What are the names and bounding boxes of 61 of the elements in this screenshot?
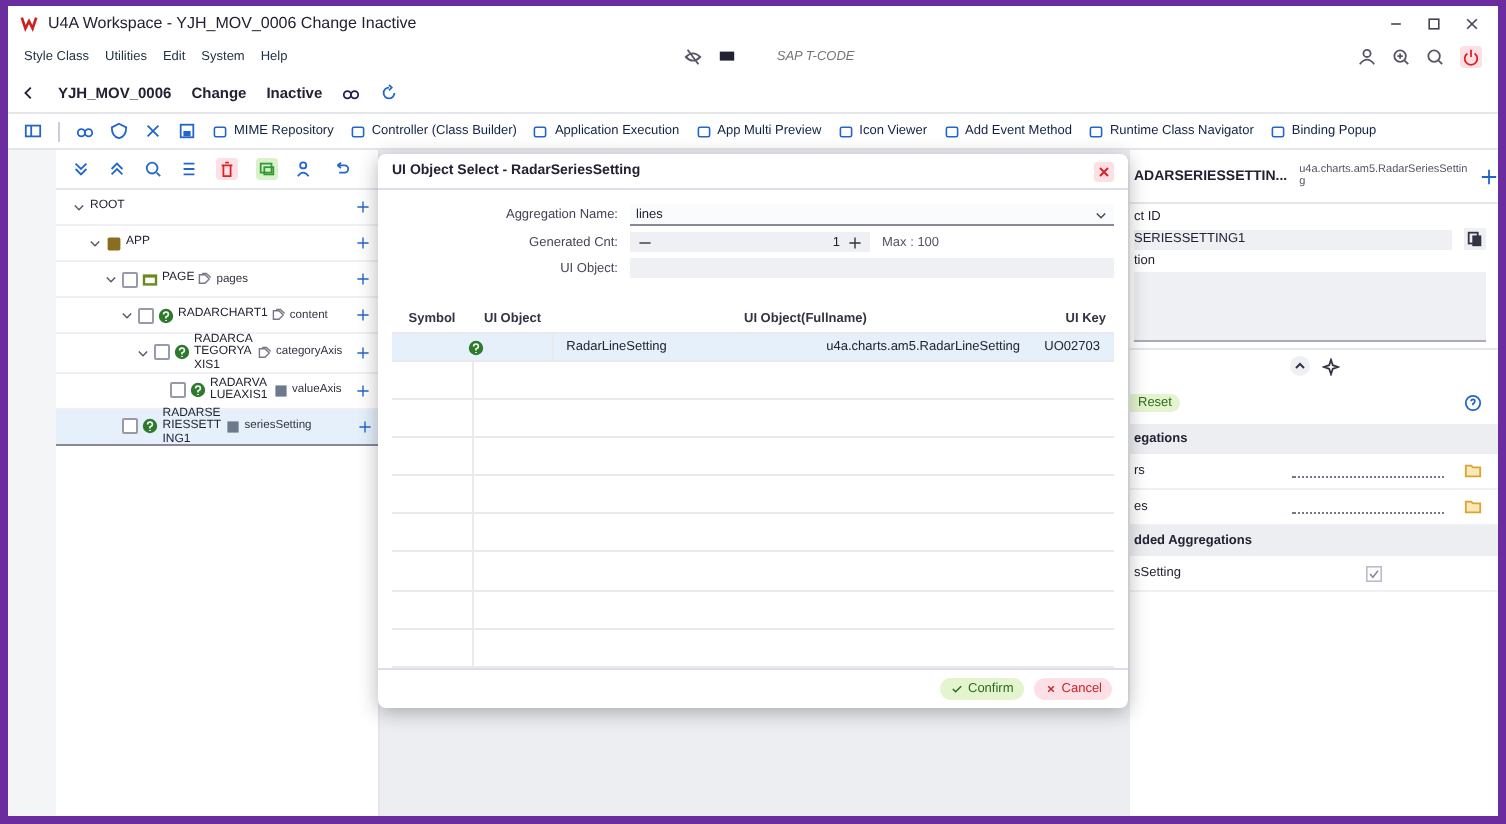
page-icon: [142, 271, 158, 287]
collapse-button[interactable]: [1289, 356, 1309, 376]
add-button[interactable]: [356, 345, 370, 360]
caret-icon[interactable]: [120, 308, 134, 322]
app-logo-icon: [20, 14, 38, 32]
checkbox[interactable]: [170, 382, 186, 399]
add-button[interactable]: [356, 200, 370, 214]
expand-all-icon[interactable]: [72, 160, 90, 178]
checkbox[interactable]: [154, 344, 170, 361]
add-button[interactable]: [356, 308, 370, 322]
caret-icon[interactable]: [72, 200, 86, 214]
window-icon: [532, 123, 549, 139]
caret-icon[interactable]: [88, 236, 102, 250]
trash-icon[interactable]: [216, 158, 238, 180]
window-icon: [212, 123, 228, 139]
window-icon: [1269, 123, 1286, 139]
checkbox[interactable]: [1366, 565, 1382, 581]
add-button[interactable]: [356, 272, 370, 286]
plus-icon[interactable]: [848, 235, 862, 249]
add-button[interactable]: [358, 419, 373, 434]
check-icon: [950, 681, 964, 696]
window-icon: [695, 123, 712, 139]
question-icon: [174, 344, 190, 361]
zoom-in-icon[interactable]: [1392, 48, 1410, 66]
app-icon: [106, 235, 122, 251]
close-icon: [1043, 681, 1058, 696]
question-icon: [190, 382, 206, 399]
undo-icon[interactable]: [332, 160, 350, 178]
checkbox[interactable]: [138, 307, 154, 323]
list-icon[interactable]: [180, 160, 198, 178]
refresh-icon[interactable]: [380, 84, 399, 102]
shield-icon[interactable]: [110, 122, 128, 140]
checkbox[interactable]: [122, 418, 139, 435]
window-icon: [1087, 123, 1104, 139]
close-button[interactable]: [1464, 15, 1480, 31]
maximize-button[interactable]: [1426, 15, 1442, 31]
eye-slash-icon[interactable]: [684, 48, 703, 66]
window-title: U4A Workspace - YJH_MOV_0006 Change Inactive: [48, 14, 417, 32]
search-icon[interactable]: [1426, 48, 1444, 66]
power-icon[interactable]: [1460, 46, 1482, 68]
collapse-all-icon[interactable]: [108, 160, 126, 178]
panel-icon[interactable]: [24, 122, 42, 140]
close-button[interactable]: [1094, 161, 1114, 181]
glasses-icon[interactable]: [342, 84, 361, 102]
caret-icon: [1094, 207, 1108, 221]
window-icon: [837, 123, 854, 139]
window-icon: [349, 123, 366, 139]
question-icon: [142, 418, 159, 435]
checkbox[interactable]: [122, 271, 138, 287]
caret-icon[interactable]: [136, 345, 150, 360]
question-icon: [158, 307, 174, 323]
copy-icon[interactable]: [1464, 228, 1486, 250]
question-icon: [467, 339, 484, 355]
help-icon[interactable]: [1464, 394, 1482, 412]
window-icon: [943, 123, 959, 139]
caret-icon[interactable]: [104, 272, 118, 286]
save-icon[interactable]: [178, 122, 196, 140]
search-icon[interactable]: [144, 160, 162, 178]
add-button[interactable]: [356, 236, 370, 250]
description-field[interactable]: [1134, 272, 1486, 342]
add-button[interactable]: [356, 383, 370, 398]
